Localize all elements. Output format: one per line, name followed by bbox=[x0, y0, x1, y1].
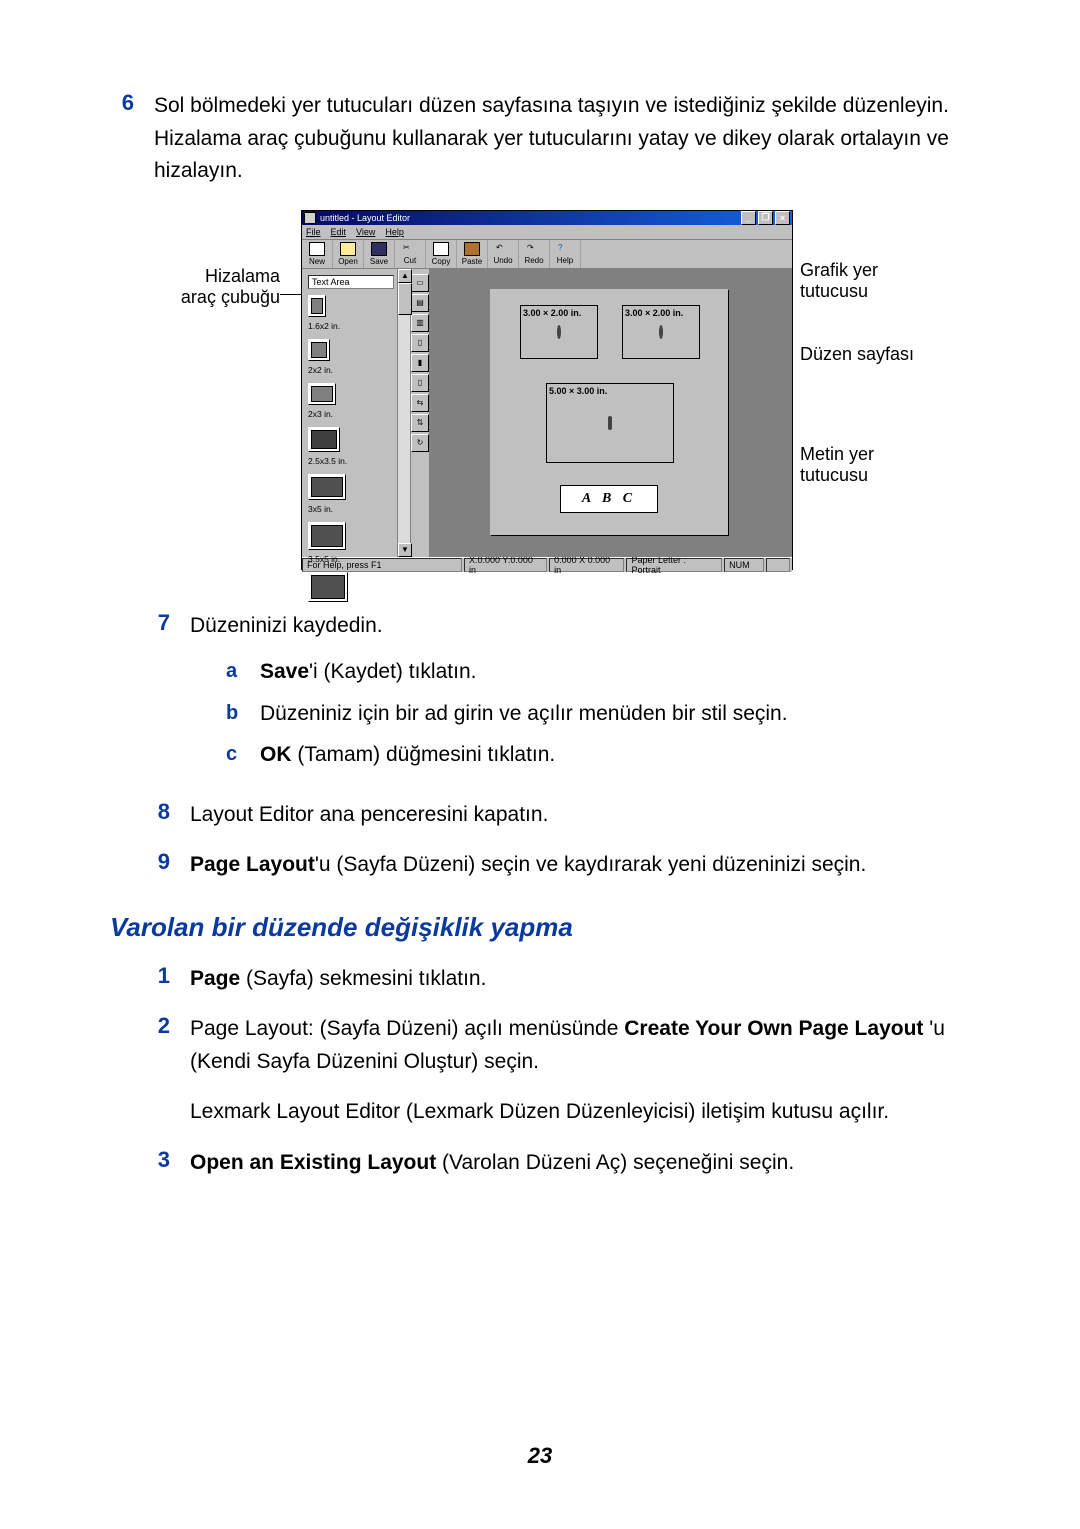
align-bottom-btn[interactable]: ▥ bbox=[411, 314, 429, 332]
align-vcenter-btn[interactable]: ▤ bbox=[411, 294, 429, 312]
substep-b-text: Düzeniniz için bir ad girin ve açılır me… bbox=[260, 698, 788, 730]
ph-item-4[interactable]: 2.5x3.5 in. bbox=[308, 427, 394, 466]
graphic-placeholder-2[interactable]: 3.00 × 2.00 in. bbox=[622, 305, 700, 359]
sec2-step1-num: 1 bbox=[146, 963, 170, 996]
substep-c-marker: c bbox=[226, 739, 246, 771]
new-icon bbox=[309, 242, 325, 256]
toolbar-undo[interactable]: ↶Undo bbox=[488, 240, 519, 268]
step-text-9: Page Layout'u (Sayfa Düzeni) seçin ve ka… bbox=[190, 849, 970, 882]
save-icon bbox=[371, 242, 387, 256]
status-num: NUM bbox=[724, 558, 764, 572]
scroll-down-button[interactable]: ▼ bbox=[398, 543, 412, 557]
text-area-label: Text Area bbox=[308, 275, 394, 289]
status-grip bbox=[766, 558, 790, 572]
step-number-9: 9 bbox=[146, 849, 170, 882]
substep-c-text: OK (Tamam) düğmesini tıklatın. bbox=[260, 739, 555, 771]
distribute-v-btn[interactable]: ⇅ bbox=[411, 414, 429, 432]
rotate-btn[interactable]: ↻ bbox=[411, 434, 429, 452]
ph-item-7[interactable] bbox=[308, 572, 394, 604]
undo-icon: ↶ bbox=[496, 243, 510, 255]
toolbar-cut[interactable]: ✂Cut bbox=[395, 240, 426, 268]
menu-help[interactable]: Help bbox=[385, 227, 404, 237]
page-number: 23 bbox=[0, 1443, 1080, 1469]
graphic-placeholder-3[interactable]: 5.00 × 3.00 in. bbox=[546, 383, 674, 463]
step-number-7: 7 bbox=[146, 610, 170, 781]
sec2-step3-num: 3 bbox=[146, 1147, 170, 1180]
status-paper: Paper Letter : Portrait bbox=[626, 558, 722, 572]
status-coord: X:0.000 Y:0.000 in bbox=[464, 558, 547, 572]
menu-edit[interactable]: Edit bbox=[331, 227, 347, 237]
toolbar-copy[interactable]: Copy bbox=[426, 240, 457, 268]
window-minimize-button[interactable]: _ bbox=[741, 211, 756, 225]
text-placeholder[interactable]: A B C bbox=[560, 485, 658, 513]
window-title: untitled - Layout Editor bbox=[320, 213, 410, 223]
left-pane-scrollbar[interactable]: ▲ ▼ bbox=[397, 269, 410, 557]
alignment-toolbar: ▭ ▤ ▥ ▯ ▮ ▯ ⇆ ⇅ ↻ bbox=[411, 269, 430, 557]
copy-icon bbox=[433, 242, 449, 256]
window-menubar: File Edit View Help bbox=[302, 225, 792, 240]
ph-item-5[interactable]: 3x5 in. bbox=[308, 474, 394, 514]
layout-page-canvas[interactable]: 3.00 × 2.00 in. 3.00 × 2.00 in. 5.00 × 3… bbox=[490, 289, 728, 535]
toolbar-save[interactable]: Save bbox=[364, 240, 395, 268]
sec2-step2-text: Page Layout: (Sayfa Düzeni) açılı menüsü… bbox=[190, 1013, 970, 1129]
cut-icon: ✂ bbox=[403, 243, 417, 255]
toolbar: New Open Save ✂Cut Copy Paste ↶Undo ↷Red… bbox=[302, 240, 792, 269]
toolbar-open[interactable]: Open bbox=[333, 240, 364, 268]
document-page: 6 Sol bölmedeki yer tutucuları düzen say… bbox=[0, 0, 1080, 1529]
gear-icon bbox=[608, 418, 612, 428]
step-number-8: 8 bbox=[146, 799, 170, 832]
sec2-step3-text: Open an Existing Layout (Varolan Düzeni … bbox=[190, 1147, 970, 1180]
step-number-6: 6 bbox=[110, 90, 134, 188]
redo-icon: ↷ bbox=[527, 243, 541, 255]
callout-align-toolbar: Hizalama araç çubuğu bbox=[160, 266, 280, 308]
ph-item-3[interactable]: 2x3 in. bbox=[308, 383, 394, 419]
toolbar-help[interactable]: ?Help bbox=[550, 240, 581, 268]
toolbar-redo[interactable]: ↷Redo bbox=[519, 240, 550, 268]
window-close-button[interactable]: × bbox=[775, 211, 790, 225]
ph-item-1[interactable]: 1.6x2 in. bbox=[308, 295, 394, 331]
sec2-step2-num: 2 bbox=[146, 1013, 170, 1129]
window-app-icon bbox=[304, 212, 316, 224]
sec2-step2-para2: Lexmark Layout Editor (Lexmark Düzen Düz… bbox=[190, 1096, 970, 1129]
ph-item-2[interactable]: 2x2 in. bbox=[308, 339, 394, 375]
workarea: Text Area 1.6x2 in. 2x2 in. 2x3 in. 2.5x… bbox=[302, 269, 792, 557]
gear-icon bbox=[659, 327, 663, 337]
step-text-8: Layout Editor ana penceresini kapatın. bbox=[190, 799, 970, 832]
substep-b-marker: b bbox=[226, 698, 246, 730]
open-icon bbox=[340, 242, 356, 256]
layout-editor-figure: Hizalama araç çubuğu Grafik yer tutucusu… bbox=[160, 210, 920, 570]
canvas-area: 3.00 × 2.00 in. 3.00 × 2.00 in. 5.00 × 3… bbox=[430, 269, 792, 557]
paste-icon bbox=[464, 242, 480, 256]
gear-icon bbox=[557, 327, 561, 337]
menu-file[interactable]: File bbox=[306, 227, 321, 237]
align-top-btn[interactable]: ▭ bbox=[411, 274, 429, 292]
scroll-thumb[interactable] bbox=[398, 283, 412, 315]
graphic-placeholder-1[interactable]: 3.00 × 2.00 in. bbox=[520, 305, 598, 359]
align-hcenter-btn[interactable]: ▮ bbox=[411, 354, 429, 372]
substep-a-text: Save'i (Kaydet) tıklatın. bbox=[260, 656, 476, 688]
status-size: 0.000 X 0.000 in bbox=[549, 558, 624, 572]
section-title-edit-existing-layout: Varolan bir düzende değişiklik yapma bbox=[110, 912, 970, 943]
window-titlebar: untitled - Layout Editor _ ❐ × bbox=[302, 211, 792, 225]
sec2-step1-text: Page (Sayfa) sekmesini tıklatın. bbox=[190, 963, 970, 996]
layout-editor-window: untitled - Layout Editor _ ❐ × File Edit… bbox=[301, 210, 793, 570]
ph-item-6[interactable]: 3.5x5 in. bbox=[308, 522, 394, 564]
toolbar-paste[interactable]: Paste bbox=[457, 240, 488, 268]
window-maximize-button[interactable]: ❐ bbox=[758, 211, 773, 225]
align-right-btn[interactable]: ▯ bbox=[411, 374, 429, 392]
step-text-6: Sol bölmedeki yer tutucuları düzen sayfa… bbox=[154, 90, 970, 188]
callout-graphic-placeholder: Grafik yer tutucusu bbox=[800, 260, 878, 302]
callout-layout-page: Düzen sayfası bbox=[800, 344, 914, 365]
callout-text-placeholder: Metin yer tutucusu bbox=[800, 444, 874, 486]
align-left-btn[interactable]: ▯ bbox=[411, 334, 429, 352]
toolbar-new[interactable]: New bbox=[302, 240, 333, 268]
substep-a-marker: a bbox=[226, 656, 246, 688]
placeholder-pane: Text Area 1.6x2 in. 2x2 in. 2x3 in. 2.5x… bbox=[302, 269, 411, 557]
help-icon: ? bbox=[558, 243, 572, 255]
menu-view[interactable]: View bbox=[356, 227, 375, 237]
distribute-h-btn[interactable]: ⇆ bbox=[411, 394, 429, 412]
scroll-up-button[interactable]: ▲ bbox=[398, 269, 412, 283]
